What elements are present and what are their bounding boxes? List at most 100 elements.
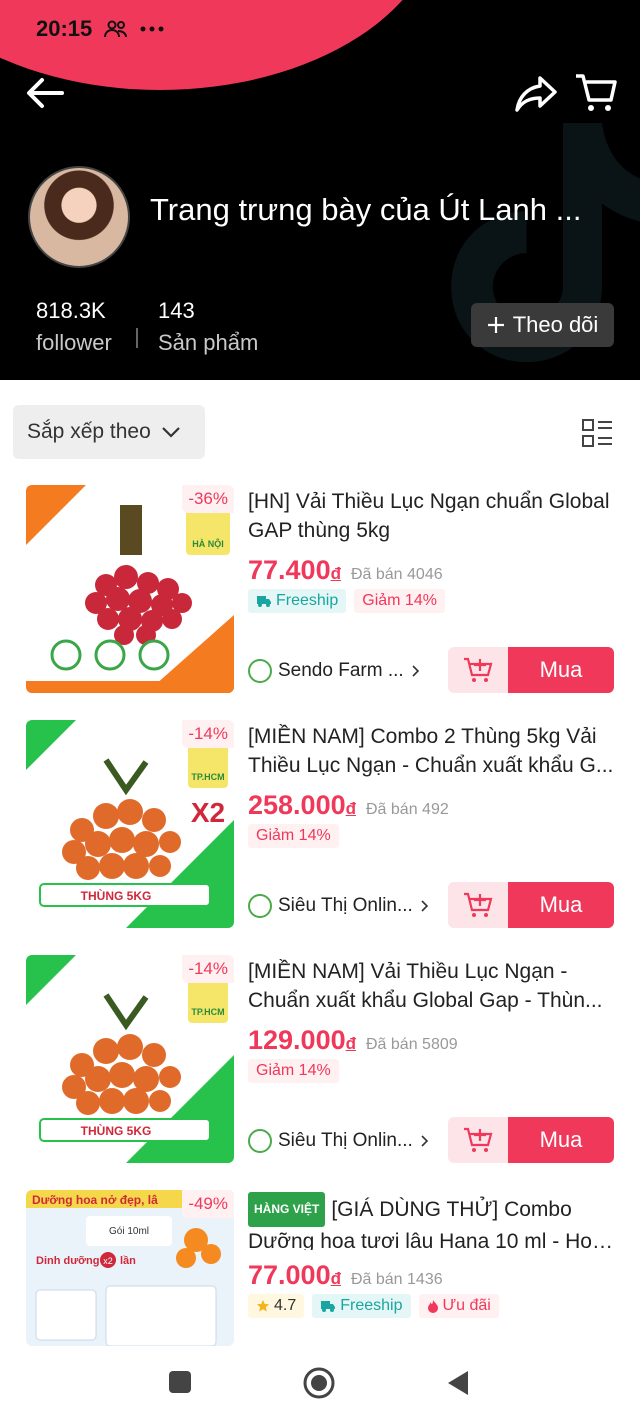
- plus-icon: [487, 317, 504, 333]
- product-image[interactable]: TP.HCM X2 THÙNG 5KG -14%: [26, 720, 234, 928]
- rating-tag: 4.7: [248, 1294, 305, 1318]
- product-title[interactable]: [MIỀN NAM] Combo 2 Thùng 5kg Vải Thiều L…: [248, 722, 616, 780]
- product-card[interactable]: HÀ NỘI -36% [HN] Vải Thiều Lục Ngạn chuẩ…: [0, 485, 640, 707]
- price: 129.000đ: [248, 1025, 356, 1055]
- thumb-nutrition: Dinh dưỡng: [36, 1255, 99, 1267]
- chevron-right-icon: [412, 665, 419, 677]
- product-title[interactable]: HÀNG VIỆT [GIÁ DÙNG THỬ] Combo Dưỡng hoa …: [248, 1192, 616, 1250]
- back-arrow-icon[interactable]: [24, 72, 66, 114]
- shop-name-label: Sendo Farm ...: [278, 660, 404, 681]
- buy-button[interactable]: Mua: [508, 1117, 614, 1163]
- status-bar: 20:15: [36, 16, 164, 42]
- flame-icon: [427, 1300, 438, 1313]
- add-to-cart-button[interactable]: [448, 882, 508, 928]
- price: 258.000đ: [248, 790, 356, 820]
- product-card[interactable]: Dưỡng hoa nở đẹp, lâ Gói 10ml Dinh dưỡng…: [0, 1190, 640, 1346]
- shop-avatar[interactable]: [28, 166, 130, 268]
- thumb-x2: x2: [103, 1256, 113, 1266]
- tag-row: 4.7 Freeship Ưu đãi: [248, 1294, 499, 1318]
- region-label: TP.HCM: [191, 772, 224, 782]
- products-stat: 143 Sản phẩm: [158, 298, 258, 356]
- region-label: TP.HCM: [191, 1007, 224, 1017]
- followers-count: 818.3K: [36, 298, 106, 323]
- follow-button[interactable]: Theo dõi: [471, 303, 614, 347]
- region-label: HÀ NỘI: [192, 538, 224, 549]
- discount-badge: -14%: [182, 955, 234, 983]
- sort-label: Sắp xếp theo: [27, 420, 151, 443]
- discount-tag: Giảm 14%: [248, 1059, 339, 1083]
- shop-name: Trang trưng bày của Út Lanh ...: [150, 192, 582, 227]
- price-row: 258.000đ Đã bán 492: [248, 790, 449, 821]
- stat-divider: [136, 328, 138, 348]
- add-to-cart-button[interactable]: [448, 647, 508, 693]
- freeship-tag: Freeship: [312, 1294, 411, 1318]
- buy-button[interactable]: Mua: [508, 882, 614, 928]
- hang-viet-badge: HÀNG VIỆT: [248, 1192, 326, 1227]
- product-image[interactable]: HÀ NỘI -36%: [26, 485, 234, 693]
- followers-label: follower: [36, 330, 112, 355]
- discount-tag: Giảm 14%: [354, 589, 445, 613]
- add-cart-icon: [464, 892, 493, 917]
- sold-count: Đã bán 1436: [350, 1271, 443, 1288]
- thumb-lan: lần: [120, 1255, 136, 1267]
- lychee-image: TP.HCM THÙNG 5KG: [26, 955, 234, 1163]
- discount-badge: -14%: [182, 720, 234, 748]
- add-cart-icon: [464, 657, 493, 682]
- sold-count: Đã bán 4046: [350, 566, 443, 583]
- lychee-image: HÀ NỘI: [26, 485, 234, 693]
- star-icon: [257, 1300, 269, 1312]
- products-count: 143: [158, 298, 195, 323]
- thumb-gift: Gói 10ml: [109, 1226, 149, 1237]
- tag-row: Giảm 14%: [248, 824, 339, 848]
- tag-row: Freeship Giảm 14%: [248, 589, 445, 613]
- add-cart-icon: [464, 1127, 493, 1152]
- products-label: Sản phẩm: [158, 330, 259, 355]
- price: 77.400đ: [248, 555, 341, 585]
- follow-label: Theo dõi: [512, 312, 599, 337]
- product-title[interactable]: [MIỀN NAM] Vải Thiều Lục Ngạn - Chuẩn xu…: [248, 957, 616, 1015]
- shop-link[interactable]: Siêu Thị Onlin...: [248, 1129, 429, 1153]
- product-image[interactable]: TP.HCM THÙNG 5KG -14%: [26, 955, 234, 1163]
- shop-name-label: Siêu Thị Onlin...: [278, 1130, 413, 1151]
- home-icon[interactable]: [302, 1366, 336, 1400]
- chevron-right-icon: [421, 900, 428, 912]
- price: 77.000đ: [248, 1260, 341, 1290]
- sold-count: Đã bán 5809: [366, 1036, 458, 1053]
- price-row: 77.400đ Đã bán 4046: [248, 555, 443, 586]
- truck-icon: [257, 596, 271, 607]
- recents-icon[interactable]: [168, 1370, 192, 1394]
- chevron-down-icon: [161, 427, 180, 438]
- price-row: 77.000đ Đã bán 1436: [248, 1260, 443, 1291]
- status-time: 20:15: [36, 16, 93, 41]
- share-icon[interactable]: [514, 72, 558, 116]
- add-to-cart-button[interactable]: [448, 1117, 508, 1163]
- multiplier-label: X2: [191, 797, 225, 828]
- product-title[interactable]: [HN] Vải Thiều Lục Ngạn chuẩn Global GAP…: [248, 487, 616, 545]
- grid-view-toggle-icon[interactable]: [581, 418, 613, 448]
- price-row: 129.000đ Đã bán 5809: [248, 1025, 458, 1056]
- product-image[interactable]: Dưỡng hoa nở đẹp, lâ Gói 10ml Dinh dưỡng…: [26, 1190, 234, 1346]
- shop-name-label: Siêu Thị Onlin...: [278, 895, 413, 916]
- shop-logo-icon: [248, 894, 272, 918]
- product-card[interactable]: TP.HCM X2 THÙNG 5KG -14% [MIỀN NAM] Comb…: [0, 720, 640, 942]
- cart-icon[interactable]: [574, 70, 618, 114]
- discount-badge: -49%: [182, 1190, 234, 1218]
- box-label: THÙNG 5KG: [81, 1123, 152, 1138]
- chevron-right-icon: [421, 1135, 428, 1147]
- discount-tag: Giảm 14%: [248, 824, 339, 848]
- shop-link[interactable]: Sendo Farm ...: [248, 659, 420, 683]
- people-icon: [104, 20, 128, 38]
- promo-tag: Ưu đãi: [418, 1294, 499, 1318]
- shop-header: 20:15 Trang trưng bày của Út Lanh ... 81…: [0, 0, 640, 380]
- truck-icon: [321, 1301, 336, 1312]
- product-card[interactable]: TP.HCM THÙNG 5KG -14% [MIỀN NAM] Vải Thi…: [0, 955, 640, 1177]
- buy-button[interactable]: Mua: [508, 647, 614, 693]
- sort-dropdown[interactable]: Sắp xếp theo: [13, 405, 205, 459]
- shop-logo-icon: [248, 1129, 272, 1153]
- back-icon[interactable]: [446, 1369, 470, 1397]
- system-nav-bar: [0, 1346, 640, 1423]
- shop-link[interactable]: Siêu Thị Onlin...: [248, 894, 429, 918]
- followers-stat: 818.3K follower: [36, 298, 112, 356]
- more-dots-icon: [140, 26, 164, 32]
- thumb-headline: Dưỡng hoa nở đẹp, lâ: [32, 1193, 158, 1207]
